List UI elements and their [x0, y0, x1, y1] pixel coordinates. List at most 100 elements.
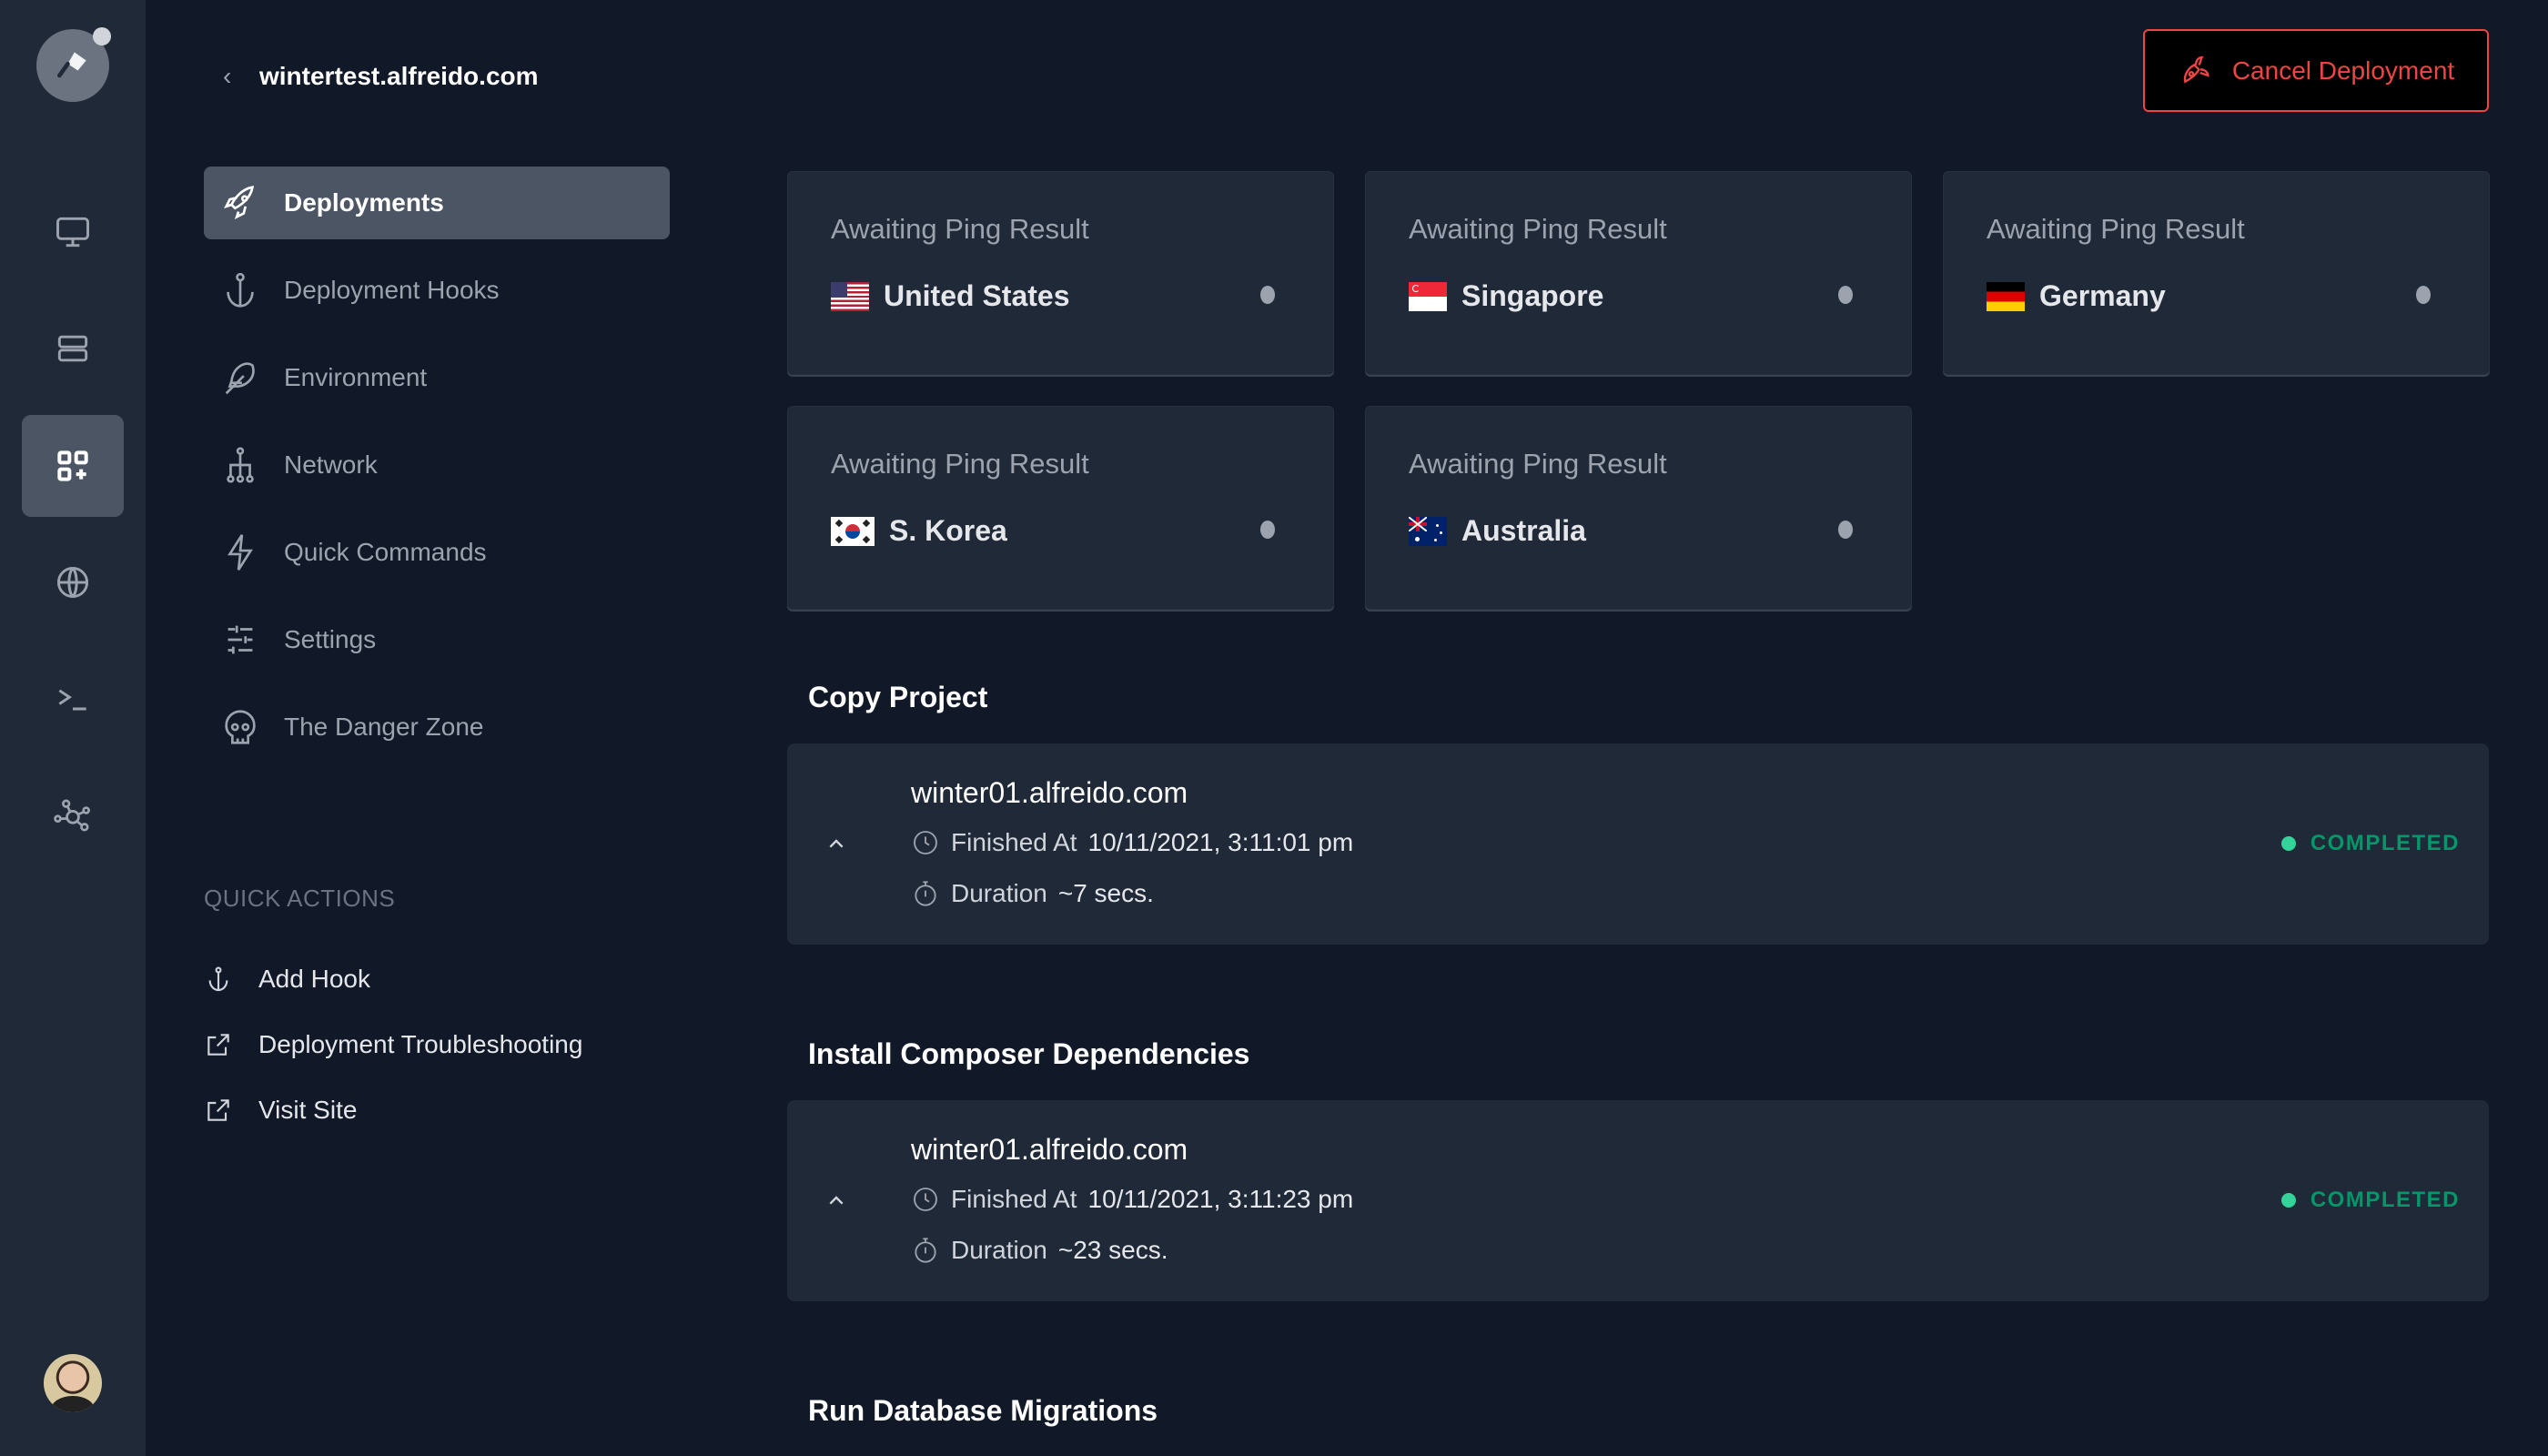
finished-value: 10/11/2021, 3:11:01 pm [1087, 828, 1354, 856]
ping-status-dot [1260, 521, 1275, 539]
finished-label: Finished At [951, 828, 1077, 856]
rocket-icon [2183, 56, 2209, 83]
nav-item-label: Deployments [284, 188, 444, 217]
step-server: winter01.alfreido.com [911, 776, 1188, 809]
clock-icon [914, 1188, 937, 1211]
feather-icon [225, 362, 255, 395]
quick-actions-title: QUICK ACTIONS [204, 885, 396, 912]
anchor-icon [208, 966, 228, 991]
ping-country: Australia [1461, 514, 1586, 547]
nav-item-quick-commands[interactable]: Quick Commands [204, 516, 670, 589]
step-duration: Duration ~23 secs. [911, 1236, 1168, 1265]
chevron-up-icon[interactable] [822, 830, 851, 859]
status-badge: COMPLETED [2280, 831, 2460, 856]
rail-storage-button[interactable] [22, 298, 124, 399]
quick-action-label: Add Hook [258, 965, 370, 993]
ping-country: Singapore [1461, 279, 1604, 312]
step-card-install-composer: winter01.alfreido.com Finished At 10/11/… [787, 1100, 2489, 1301]
ping-status-label: Awaiting Ping Result [831, 213, 1089, 245]
de-flag-icon [1987, 281, 2025, 311]
nav-item-deployments[interactable]: Deployments [204, 167, 670, 239]
ping-country: Germany [2039, 279, 2166, 312]
duration-label: Duration [951, 1236, 1047, 1264]
step-title: Install Composer Dependencies [808, 1037, 1250, 1070]
ping-card-germany: Awaiting Ping Result Germany [1943, 171, 2490, 375]
status-label: COMPLETED [2310, 831, 2460, 855]
status-dot [2280, 836, 2296, 851]
finished-label: Finished At [951, 1185, 1077, 1213]
step-card-copy-project: winter01.alfreido.com Finished At 10/11/… [787, 743, 2489, 945]
ping-status-dot [1838, 521, 1853, 539]
duration-value: ~23 secs. [1057, 1236, 1168, 1264]
rail-terminal-button[interactable] [22, 648, 124, 750]
rail-servers-button[interactable] [22, 181, 124, 283]
us-flag-icon [831, 281, 869, 311]
site-header: ‹ wintertest.alfreido.com [223, 58, 539, 95]
ping-status-label: Awaiting Ping Result [1409, 213, 1667, 245]
cancel-deployment-button[interactable]: Cancel Deployment [2143, 29, 2489, 112]
anchor-icon [227, 272, 254, 308]
step-title: Run Database Migrations [808, 1394, 1158, 1427]
quick-actions-list: Add Hook Deployment Troubleshooting Visi… [204, 957, 582, 1154]
ping-card-united-states: Awaiting Ping Result United States [787, 171, 1334, 375]
quick-action-troubleshooting[interactable]: Deployment Troubleshooting [204, 1023, 582, 1067]
globe-icon [56, 566, 89, 599]
duration-value: ~7 secs. [1057, 879, 1154, 907]
stopwatch-icon [915, 881, 936, 906]
ping-country: United States [884, 279, 1070, 312]
notification-dot [93, 27, 111, 46]
step-finished: Finished At 10/11/2021, 3:11:01 pm [911, 828, 1353, 857]
ping-country: S. Korea [889, 514, 1007, 547]
rail-integrations-button[interactable] [22, 764, 124, 866]
rail-apps-button[interactable] [22, 415, 124, 517]
status-label: COMPLETED [2310, 1188, 2460, 1212]
status-badge: COMPLETED [2280, 1188, 2460, 1213]
step-finished: Finished At 10/11/2021, 3:11:23 pm [911, 1185, 1353, 1214]
nav-item-label: Environment [284, 363, 428, 391]
ping-status-dot [1260, 286, 1275, 304]
kr-flag-icon [831, 516, 875, 546]
skull-icon [225, 710, 256, 744]
cleaver-icon [57, 52, 86, 78]
chevron-left-icon[interactable]: ‹ [223, 62, 259, 91]
lightning-icon [228, 534, 253, 571]
step-server: winter01.alfreido.com [911, 1133, 1188, 1166]
ping-status-label: Awaiting Ping Result [831, 448, 1089, 480]
quick-action-label: Visit Site [258, 1096, 358, 1124]
status-dot [2280, 1193, 2296, 1208]
site-nav: Deployments Deployment Hooks Environment… [204, 167, 670, 778]
nav-item-environment[interactable]: Environment [204, 341, 670, 414]
quick-action-add-hook[interactable]: Add Hook [204, 957, 582, 1001]
nav-item-settings[interactable]: Settings [204, 603, 670, 676]
nav-item-label: Deployment Hooks [284, 276, 500, 304]
rocket-icon [224, 186, 255, 219]
nav-item-deployment-hooks[interactable]: Deployment Hooks [204, 254, 670, 327]
site-title: wintertest.alfreido.com [259, 62, 539, 90]
nav-item-network[interactable]: Network [204, 429, 670, 501]
network-icon [227, 447, 254, 483]
step-title: Copy Project [808, 681, 988, 713]
ping-status-label: Awaiting Ping Result [1409, 448, 1667, 480]
step-duration: Duration ~7 secs. [911, 879, 1154, 908]
nav-item-label: Settings [284, 625, 377, 653]
monitor-icon [56, 217, 89, 248]
external-link-icon [207, 1034, 229, 1056]
icon-rail [0, 0, 146, 1456]
rail-domains-button[interactable] [22, 531, 124, 633]
database-stack-icon [57, 335, 88, 362]
quick-action-visit-site[interactable]: Visit Site [204, 1088, 582, 1132]
external-link-icon [207, 1099, 229, 1121]
finished-value: 10/11/2021, 3:11:23 pm [1087, 1185, 1354, 1213]
quick-action-label: Deployment Troubleshooting [258, 1030, 583, 1058]
nav-item-label: The Danger Zone [284, 713, 484, 741]
ping-status-dot [1838, 286, 1853, 304]
sg-flag-icon [1409, 281, 1447, 311]
ping-card-singapore: Awaiting Ping Result Singapore [1365, 171, 1912, 375]
nav-item-danger-zone[interactable]: The Danger Zone [204, 691, 670, 763]
ping-card-s-korea: Awaiting Ping Result S. Korea [787, 406, 1334, 610]
chevron-up-icon[interactable] [822, 1187, 851, 1216]
user-avatar[interactable] [44, 1354, 102, 1412]
duration-label: Duration [951, 879, 1047, 907]
au-flag-icon [1409, 516, 1447, 546]
ping-card-australia: Awaiting Ping Result Australia [1365, 406, 1912, 610]
